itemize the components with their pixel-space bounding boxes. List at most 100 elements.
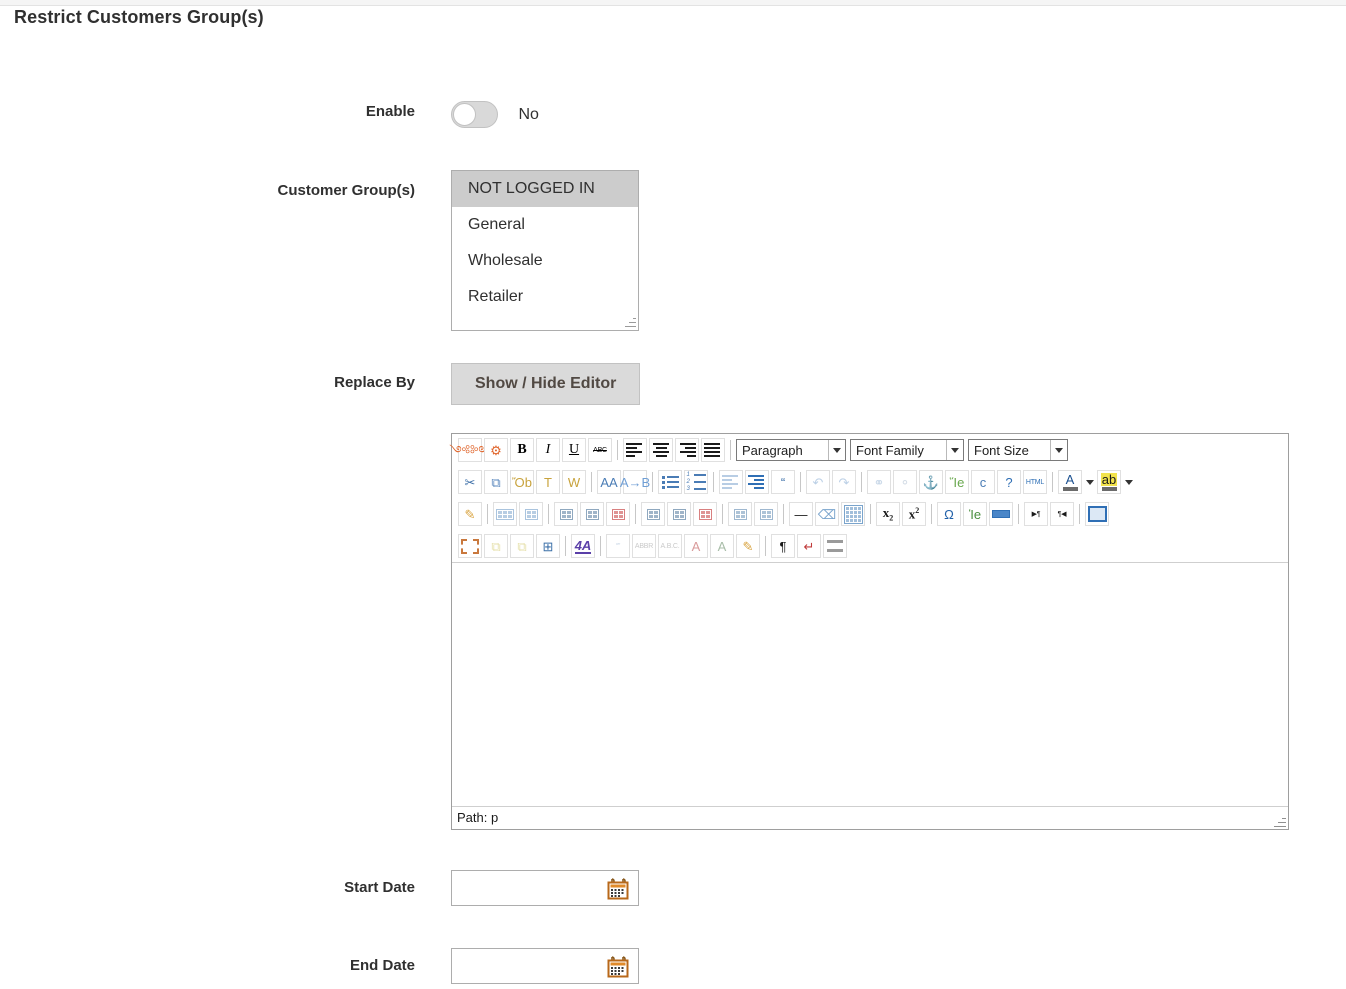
customer-group-option[interactable]: Retailer [452,279,638,315]
blockquote-icon[interactable]: “ [771,470,795,494]
calendar-icon[interactable] [606,955,630,979]
chevron-down-icon[interactable] [828,440,845,460]
insert-link-icon[interactable]: ⚭ [867,470,891,494]
insert-column-after-icon[interactable] [667,502,691,526]
paste-icon[interactable]: Ὄb [510,470,534,494]
horizontal-rule-icon[interactable]: — [789,502,813,526]
background-color-dropdown-arrow-icon[interactable] [1123,471,1134,493]
toggle-guidelines-icon[interactable] [841,502,865,526]
paste-as-text-icon[interactable]: T [536,470,560,494]
customer-group-option[interactable]: NOT LOGGED IN [452,171,638,207]
resize-grip-icon[interactable] [625,317,636,328]
wysiwyg-editor[interactable]: ༺༻ ⚙ B I U ABC Paragraph Font Family Font Size ✂ ⧉… [451,433,1289,830]
citation-icon[interactable]: “” [606,534,630,558]
toolbar-separator [565,536,566,556]
remove-formatting-icon[interactable]: ⌫ [815,502,839,526]
italic-icon[interactable]: I [536,438,560,462]
insert-widget-icon[interactable]: ⚙ [484,438,508,462]
editor-toolbar[interactable]: ༺༻ ⚙ B I U ABC Paragraph Font Family Font Size ✂ ⧉… [452,434,1288,562]
nonbreaking-icon[interactable]: ↵ [797,534,821,558]
insert-media-icon[interactable]: Ἱe [963,502,987,526]
abbreviation-icon[interactable]: ABBR [632,534,656,558]
insert-row-before-icon[interactable] [554,502,578,526]
split-merged-cells-icon[interactable] [728,502,752,526]
attributes-icon[interactable]: ✎ [736,534,760,558]
align-left-icon[interactable] [623,438,647,462]
insert-page-break-icon[interactable] [989,502,1013,526]
show-hide-editor-button[interactable]: Show / Hide Editor [451,363,640,405]
font-family-select[interactable]: Font Family [850,439,964,461]
find-and-replace-icon[interactable]: A→B [623,470,647,494]
delete-column-icon[interactable] [693,502,717,526]
indent-icon[interactable] [745,470,769,494]
chevron-down-icon[interactable] [1050,440,1067,460]
toggle-switch-icon[interactable] [451,101,498,128]
acronym-icon[interactable]: A.B.C. [658,534,682,558]
numbered-list-icon[interactable]: 123 [684,470,708,494]
ltr-direction-icon[interactable]: ▶¶ [1024,502,1048,526]
strikethrough-icon[interactable]: ABC [588,438,612,462]
insert-edit-table-icon[interactable]: ✎ [458,502,482,526]
insert-template-icon[interactable] [823,534,847,558]
align-right-icon[interactable] [675,438,699,462]
anchor-icon[interactable]: ⚓ [919,470,943,494]
styles-icon[interactable]: 4A [571,534,595,558]
table-cell-properties-icon[interactable] [519,502,543,526]
insert-layer-icon[interactable]: ⊞ [536,534,560,558]
underline-icon[interactable]: U [562,438,586,462]
table-row-properties-icon[interactable] [493,502,517,526]
move-forward-icon[interactable]: ⧉ [484,534,508,558]
cut-icon[interactable]: ✂ [458,470,482,494]
superscript-icon[interactable]: x2 [902,502,926,526]
merge-cells-icon[interactable] [754,502,778,526]
show-blocks-icon[interactable]: ¶ [771,534,795,558]
undo-icon[interactable]: ↶ [806,470,830,494]
customer-groups-multiselect[interactable]: NOT LOGGED IN General Wholesale Retailer [451,170,639,331]
start-date-input[interactable] [451,870,639,906]
delete-row-icon[interactable] [606,502,630,526]
copy-icon[interactable]: ⧉ [484,470,508,494]
resize-grip-icon[interactable] [1274,816,1286,828]
magento-variable-icon[interactable]: ༺༻ [458,438,482,462]
help-icon[interactable]: ? [997,470,1021,494]
block-format-select[interactable]: Paragraph [736,439,846,461]
toolbar-separator [783,504,784,524]
background-color-icon[interactable]: ab [1097,470,1121,494]
font-size-select[interactable]: Font Size [968,439,1068,461]
move-backward-icon[interactable]: ⧉ [510,534,534,558]
text-color-icon[interactable]: A [1058,470,1082,494]
end-date-input[interactable] [451,948,639,984]
insert-row-after-icon[interactable] [580,502,604,526]
text-color-dropdown-arrow-icon[interactable] [1084,471,1095,493]
toolbar-separator [548,504,549,524]
page-title: Restrict Customers Group(s) [14,7,264,28]
find-icon[interactable]: AA [597,470,621,494]
deletion-icon[interactable]: A [684,534,708,558]
edit-html-icon[interactable]: HTML [1023,470,1047,494]
bold-icon[interactable]: B [510,438,534,462]
fullscreen-icon[interactable] [1085,502,1109,526]
outdent-icon[interactable] [719,470,743,494]
editor-content-area[interactable] [452,562,1288,806]
toolbar-separator [870,504,871,524]
calendar-icon[interactable] [606,877,630,901]
redo-icon[interactable]: ↷ [832,470,856,494]
bullet-list-icon[interactable] [658,470,682,494]
paste-from-word-icon[interactable]: W [562,470,586,494]
insertion-icon[interactable]: A [710,534,734,558]
cleanup-icon[interactable]: ὘c [971,470,995,494]
customer-group-option[interactable]: General [452,207,638,243]
start-date-control [451,870,639,906]
insert-column-before-icon[interactable] [641,502,665,526]
rtl-direction-icon[interactable]: ¶◀ [1050,502,1074,526]
align-justify-icon[interactable] [701,438,725,462]
customer-group-option[interactable]: Wholesale [452,243,638,279]
unlink-icon[interactable]: ⚬ [893,470,917,494]
insert-image-icon[interactable]: Ἵe [945,470,969,494]
special-character-icon[interactable]: Ω [937,502,961,526]
chevron-down-icon[interactable] [946,440,963,460]
select-all-icon[interactable] [458,534,482,558]
replace-by-label: Replace By [0,374,415,391]
subscript-icon[interactable]: x2 [876,502,900,526]
align-center-icon[interactable] [649,438,673,462]
